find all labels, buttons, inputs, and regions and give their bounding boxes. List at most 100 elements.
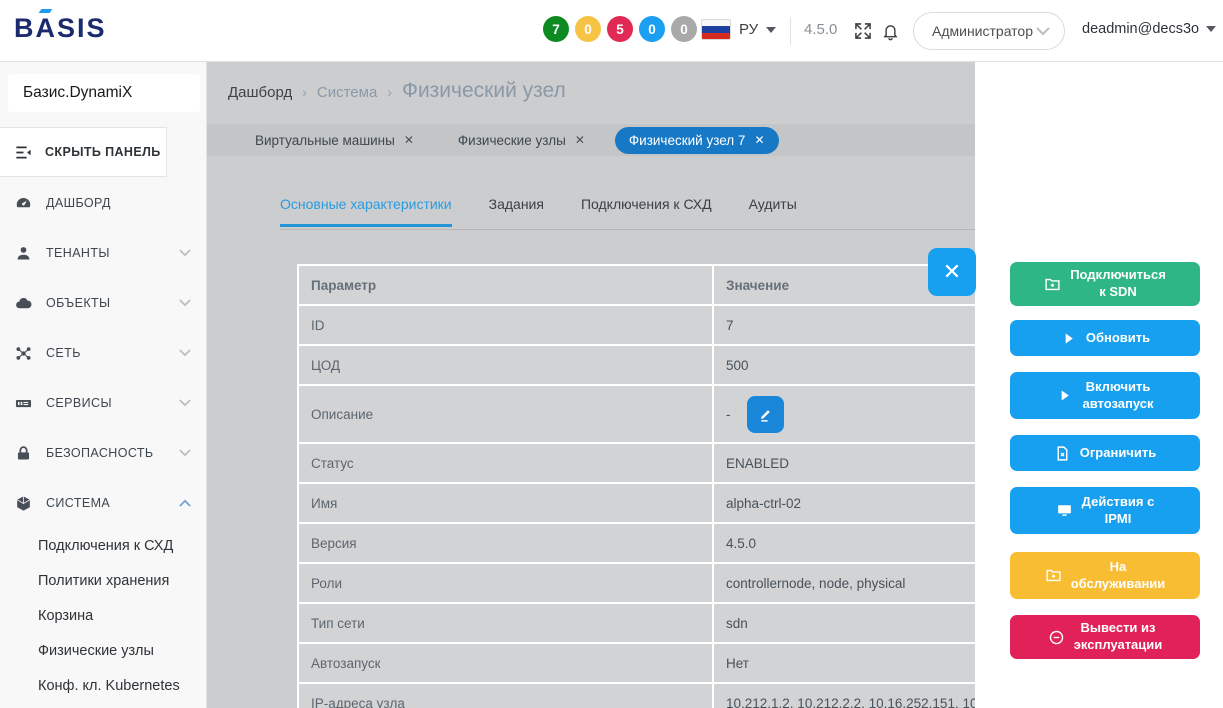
badge-neutral[interactable]: 0: [671, 16, 697, 42]
app-window: BASIS 7 0 5 0 0 РУ 4.5.0: [0, 0, 1223, 708]
decommission-button[interactable]: Вывести из эксплуатации: [1010, 615, 1200, 659]
tab-label: Физический узел 7: [629, 133, 746, 148]
services-icon: [14, 394, 33, 413]
sidebar-item-tenants[interactable]: ТЕНАНТЫ: [0, 228, 207, 278]
sidebar-subitem-storage-connections[interactable]: Подключения к СХД: [0, 528, 207, 563]
sidebar-subitem-recycle-bin[interactable]: Корзина: [0, 598, 207, 633]
sidebar-item-label: СИСТЕМА: [46, 496, 110, 510]
basis-logo[interactable]: BASIS: [14, 13, 107, 44]
system-submenu: Подключения к СХД Политики хранения Корз…: [0, 528, 207, 703]
tab-label: Виртуальные машины: [255, 133, 395, 148]
sidebar-item-label: СЕТЬ: [46, 346, 81, 360]
chevron-down-icon: [179, 349, 191, 357]
badge-success[interactable]: 7: [543, 16, 569, 42]
enable-autostart-button[interactable]: Включить автозапуск: [1010, 372, 1200, 419]
ipmi-actions-button[interactable]: Действия с IPMI: [1010, 487, 1200, 534]
connect-to-sdn-button[interactable]: Подключиться к SDN: [1010, 262, 1200, 306]
sidebar-item-label: СЕРВИСЫ: [46, 396, 112, 410]
button-label: Действия с IPMI: [1082, 494, 1155, 528]
tab-underline-track: [280, 229, 975, 230]
hide-panel-button[interactable]: СКРЫТЬ ПАНЕЛЬ: [0, 127, 167, 177]
pencil-icon: [757, 406, 774, 423]
sidebar-item-objects[interactable]: ОБЪЕКТЫ: [0, 278, 207, 328]
page-title: Физический узел: [402, 79, 566, 103]
actions-panel: Подключиться к SDN Обновить Включить авт…: [975, 62, 1223, 708]
tab-tasks[interactable]: Задания: [489, 196, 544, 227]
restrict-button[interactable]: Ограничить: [1010, 435, 1200, 471]
button-label: Включить автозапуск: [1082, 379, 1153, 413]
button-label: На обслуживании: [1071, 559, 1166, 593]
edit-description-button[interactable]: [747, 396, 784, 433]
russia-flag-icon: [701, 19, 731, 40]
monitor-icon: [1056, 502, 1073, 519]
tab-main-characteristics[interactable]: Основные характеристики: [280, 196, 452, 227]
maintenance-button[interactable]: На обслуживании: [1010, 552, 1200, 599]
language-selector[interactable]: РУ: [701, 19, 776, 40]
refresh-button[interactable]: Обновить: [1010, 320, 1200, 356]
close-icon[interactable]: ✕: [575, 133, 585, 147]
version-label: 4.5.0: [804, 21, 837, 38]
close-panel-button[interactable]: ✕: [928, 248, 976, 296]
chevron-down-icon: [1206, 26, 1216, 32]
tab-label: Физические узлы: [458, 133, 566, 148]
top-header: BASIS 7 0 5 0 0 РУ 4.5.0: [0, 0, 1223, 62]
sidebar-item-network[interactable]: СЕТЬ: [0, 328, 207, 378]
breadcrumb: Дашборд › Система › Физический узел: [228, 79, 566, 103]
header-divider: [790, 17, 791, 45]
sidebar-subitem-storage-policies[interactable]: Политики хранения: [0, 563, 207, 598]
sidebar-item-label: ДАШБОРД: [46, 196, 111, 210]
bell-icon[interactable]: [881, 20, 900, 42]
badge-info[interactable]: 0: [639, 16, 665, 42]
sidebar-item-label: ТЕНАНТЫ: [46, 246, 110, 260]
chevron-down-icon: [179, 299, 191, 307]
breadcrumb-dashboard[interactable]: Дашборд: [228, 84, 292, 101]
tab-storage-connections[interactable]: Подключения к СХД: [581, 196, 712, 227]
objects-icon: [14, 294, 33, 313]
notification-badges: 7 0 5 0 0: [543, 16, 697, 42]
system-icon: [14, 494, 33, 513]
sidebar-subitem-kubernetes-config[interactable]: Конф. кл. Kubernetes: [0, 668, 207, 703]
workspace-tab-physical-node-7[interactable]: Физический узел 7 ✕: [615, 127, 779, 154]
button-label: Вывести из эксплуатации: [1074, 620, 1163, 654]
folder-plus-icon: [1044, 276, 1061, 293]
sidebar-item-services[interactable]: СЕРВИСЫ: [0, 378, 207, 428]
close-icon[interactable]: ✕: [404, 133, 414, 147]
breadcrumb-separator: ›: [302, 84, 307, 100]
button-label: Обновить: [1086, 330, 1150, 347]
chevron-down-icon: [766, 27, 776, 33]
language-label: РУ: [739, 21, 758, 38]
circle-minus-icon: [1048, 629, 1065, 646]
sidebar-item-label: ОБЪЕКТЫ: [46, 296, 111, 310]
logo-accent: [38, 9, 52, 13]
network-icon: [14, 344, 33, 363]
chevron-down-icon: [1036, 27, 1050, 36]
detail-tabs: Основные характеристики Задания Подключе…: [280, 196, 797, 227]
sidebar-item-security[interactable]: БЕЗОПАСНОСТЬ: [0, 428, 207, 478]
folder-plus-icon: [1045, 567, 1062, 584]
badge-error[interactable]: 5: [607, 16, 633, 42]
sidebar-item-dashboard[interactable]: ДАШБОРД: [0, 178, 207, 228]
workspace-tab-physical-nodes[interactable]: Физические узлы ✕: [458, 133, 585, 148]
button-label: Подключиться к SDN: [1070, 267, 1166, 301]
security-icon: [14, 444, 33, 463]
sidebar: Базис.DynamiX СКРЫТЬ ПАНЕЛЬ ДАШБОРД ТЕН: [0, 62, 207, 708]
role-selector-value: Администратор: [932, 23, 1033, 39]
sidebar-subitem-physical-nodes[interactable]: Физические узлы: [0, 633, 207, 668]
chevron-up-icon: [179, 499, 191, 507]
role-selector[interactable]: Администратор: [913, 12, 1065, 50]
sidebar-item-system[interactable]: СИСТЕМА: [0, 478, 207, 528]
column-header-param: Параметр: [299, 266, 714, 304]
breadcrumb-system[interactable]: Система: [317, 84, 377, 101]
badge-warning[interactable]: 0: [575, 16, 601, 42]
sidebar-menu: ДАШБОРД ТЕНАНТЫ ОБЪЕКТЫ: [0, 178, 207, 703]
close-icon[interactable]: ✕: [754, 133, 764, 147]
document-x-icon: [1054, 445, 1071, 462]
play-icon: [1056, 387, 1073, 404]
user-email: deadmin@decs3o: [1082, 21, 1199, 37]
sidebar-item-label: БЕЗОПАСНОСТЬ: [46, 446, 153, 460]
fullscreen-icon[interactable]: [852, 20, 874, 42]
tenants-icon: [14, 244, 33, 263]
tab-audits[interactable]: Аудиты: [749, 196, 797, 227]
user-menu[interactable]: deadmin@decs3o: [1082, 21, 1216, 37]
workspace-tab-virtual-machines[interactable]: Виртуальные машины ✕: [255, 133, 414, 148]
